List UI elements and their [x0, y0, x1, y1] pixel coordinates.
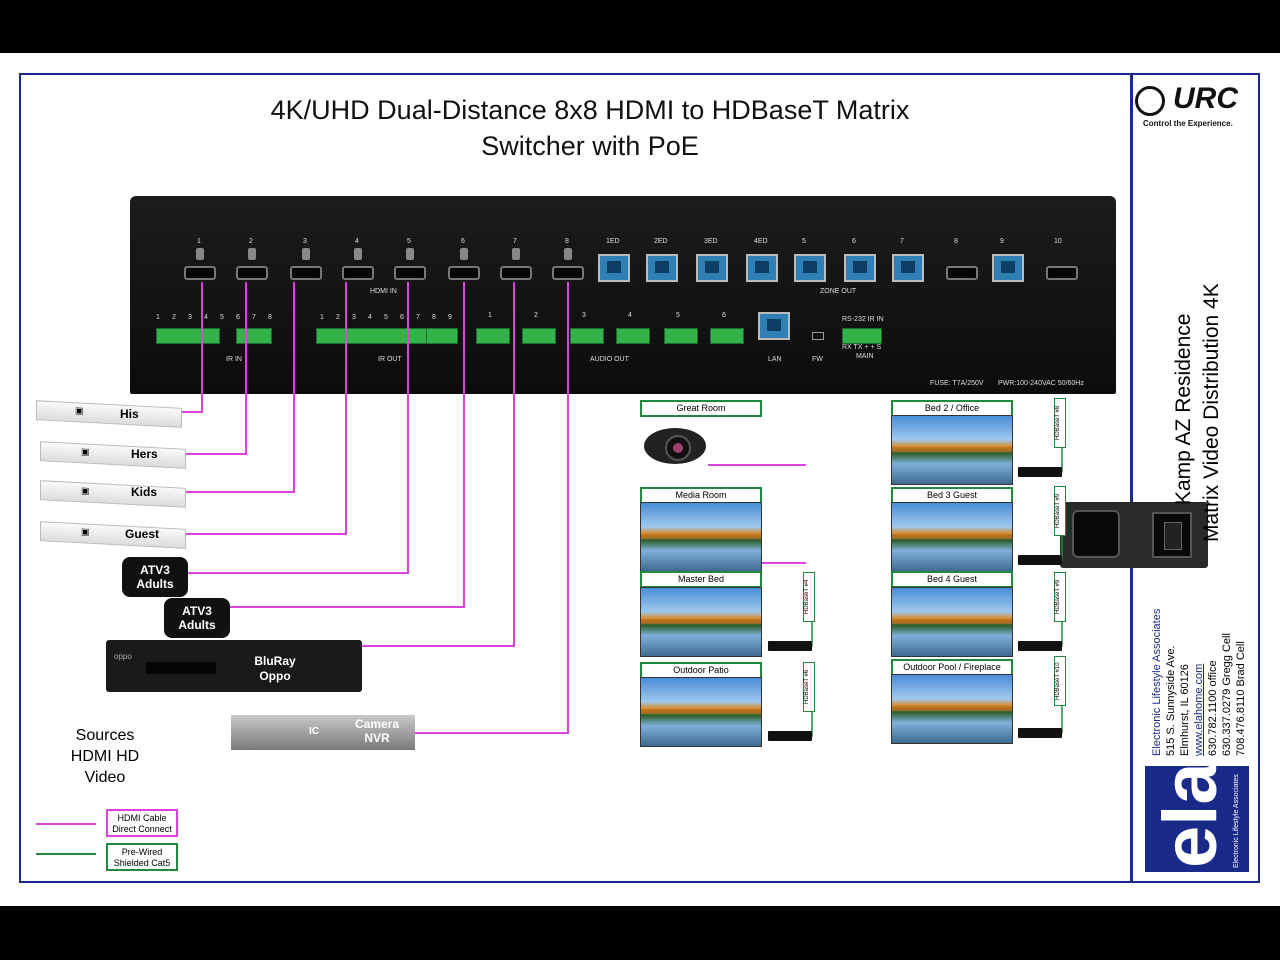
ela-subtitle: Electronic Lifestyle Associates: [1233, 774, 1240, 868]
company-name: Electronic Lifestyle Associates: [1151, 608, 1163, 756]
hdbt-tag-bed2: HDBaseT #8: [1054, 398, 1066, 448]
legend-hdmi-line: [36, 823, 96, 825]
hdmi-cable: [182, 282, 203, 413]
tv-bed3-guest: [891, 502, 1013, 572]
hdbaset-receiver: [1018, 728, 1062, 738]
hdbt-tag-bed4: HDBaseT #9: [1054, 572, 1066, 622]
display-panel: [146, 662, 216, 674]
legend-cat5-line: [36, 853, 96, 855]
urc-wordmark: URC: [1173, 82, 1238, 115]
legend-cat5: Pre-Wired Shielded Cat5: [106, 843, 178, 871]
hdmi-cable: [188, 282, 409, 574]
source-camera-nvr: IC Camera NVR: [231, 715, 415, 750]
hdmi-cable: [186, 282, 347, 535]
wiring-layer: [182, 282, 1063, 737]
hdbt-tag-bed3: HDBaseT #9: [1054, 486, 1066, 536]
source-label-guest: Guest: [125, 527, 160, 541]
project-name: Kamp AZ Residence: [1172, 313, 1195, 505]
tv-icon: ▣: [81, 526, 90, 537]
ela-logo: ela Electronic Lifestyle Associates: [1145, 762, 1249, 872]
ela-wordmark: ela: [1148, 762, 1233, 868]
hdbaset-receiver: [768, 731, 812, 741]
source-label-kids: Kids: [131, 485, 158, 499]
urc-tagline: Control the Experience.: [1143, 119, 1233, 128]
tv-icon: ▣: [81, 485, 90, 496]
hdbt-tag-master-bed: HDBaseT #4: [803, 572, 815, 622]
hdmi-cable: [362, 282, 515, 647]
tv-bed2-office: [891, 415, 1013, 485]
room-label-great-room: Great Room: [640, 400, 762, 417]
urc-logo: URC Control the Experience.: [1135, 82, 1255, 130]
tv-media-room: [640, 502, 762, 572]
hdbaset-receiver: [1018, 641, 1062, 651]
tv-icon: ▣: [75, 405, 84, 416]
source-atv3-2: ATV3 Adults: [164, 598, 230, 638]
room-label-master-bed: Master Bed: [640, 571, 762, 588]
oppo-brand: oppo: [114, 652, 132, 661]
hdbaset-receiver: [1018, 555, 1062, 565]
hdbaset-receiver: [1018, 467, 1062, 477]
source-bluray-oppo: oppo BluRay Oppo: [106, 640, 362, 692]
nvr-brand: IC: [309, 726, 319, 737]
company-address1: 515 S. Sunnyside Ave.: [1165, 645, 1177, 757]
hdmi-cable: [186, 282, 247, 455]
projector-icon: [644, 428, 706, 464]
tv-master-bed: [640, 587, 762, 657]
tv-icon: ▣: [81, 446, 90, 457]
hdbt-tag-outdoor-pool: HDBaseT #10: [1054, 656, 1066, 706]
source-label-bluray: BluRay Oppo: [254, 654, 296, 683]
company-website[interactable]: www.elahome.com: [1193, 664, 1205, 756]
hdbt-tag-outdoor-patio: HDBaseT #6: [803, 662, 815, 712]
company-address2: Elmhurst, IL 60126: [1179, 664, 1191, 756]
room-label-bed4-guest: Bed 4 Guest: [891, 571, 1013, 588]
source-label-hers: Hers: [131, 447, 158, 461]
legend-hdmi: HDMI Cable Direct Connect: [106, 809, 178, 837]
company-phone-gregg: 630.337.0279 Gregg Cell: [1221, 633, 1233, 756]
tv-outdoor-patio: [640, 677, 762, 747]
source-label-his: His: [120, 407, 139, 421]
hdbaset-receiver: [768, 641, 812, 651]
hdmi-cable: [415, 282, 569, 734]
company-phone-brad: 708.476.8110 Brad Cell: [1235, 641, 1247, 756]
tv-outdoor-pool: [891, 674, 1013, 744]
source-label-nvr: Camera NVR: [354, 717, 400, 745]
project-subtitle: Matrix Video Distribution 4K: [1200, 283, 1223, 542]
source-atv3-1: ATV3 Adults: [122, 557, 188, 597]
company-phone-office: 630.782.1100 office: [1207, 660, 1219, 756]
urc-emblem-icon: [1135, 86, 1165, 116]
tv-bed4-guest: [891, 587, 1013, 657]
sources-caption: Sources HDMI HD Video: [70, 727, 140, 786]
